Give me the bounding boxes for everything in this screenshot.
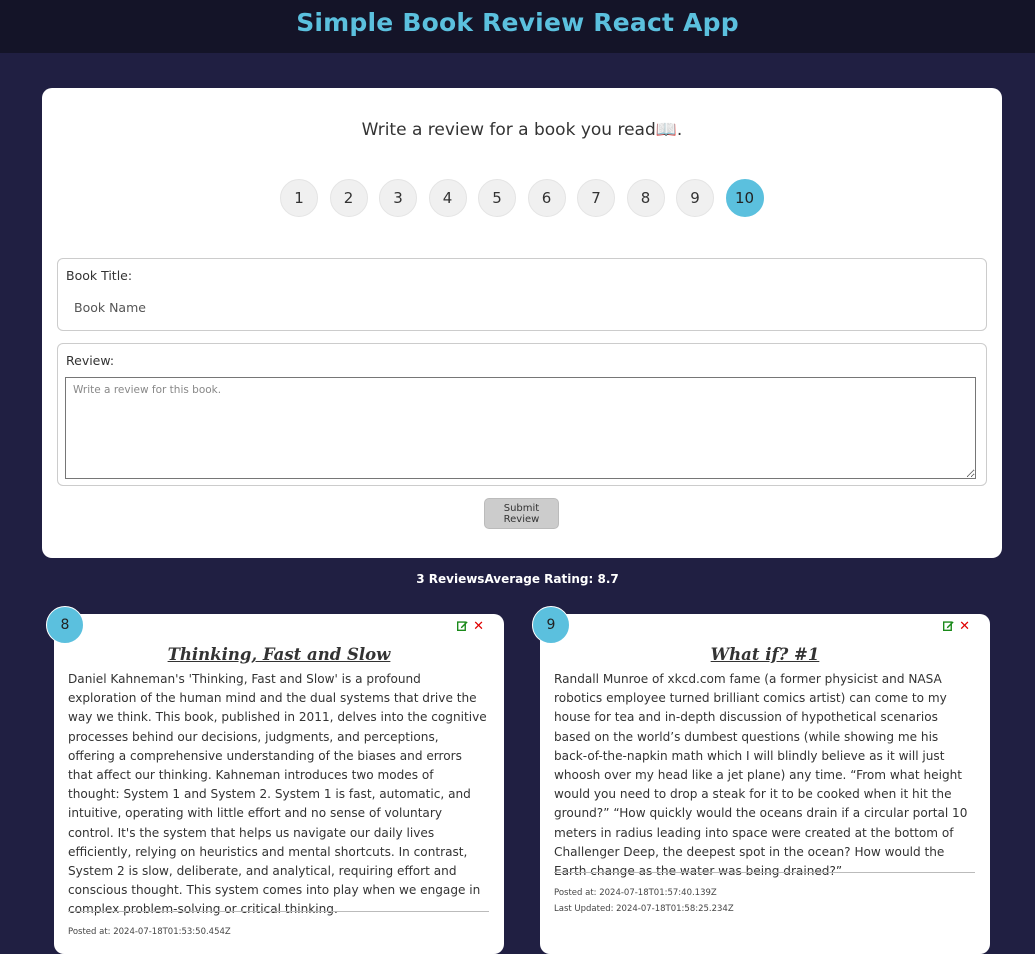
rating-button-7[interactable]: 7 <box>577 179 615 217</box>
rating-button-5[interactable]: 5 <box>478 179 516 217</box>
book-title-field: Book Title: <box>57 258 987 331</box>
reviews-summary: 3 ReviewsAverage Rating: 8.7 <box>416 572 619 586</box>
rating-badge: 8 <box>46 606 84 644</box>
review-card: 9 ✕ What if? #1 Randall Munroe of xkcd.c… <box>532 606 990 954</box>
rating-button-8[interactable]: 8 <box>626 179 665 217</box>
review-book-title: Thinking, Fast and Slow <box>167 645 391 664</box>
review-field: Review: <box>57 343 987 486</box>
rating-button-3[interactable]: 3 <box>379 179 417 217</box>
app-header: Simple Book Review React App <box>0 0 1035 53</box>
close-icon[interactable]: ✕ <box>959 619 970 632</box>
review-book-title: What if? #1 <box>710 645 820 664</box>
rating-button-9[interactable]: 9 <box>676 179 714 217</box>
rating-selector: 1 2 3 4 5 6 7 8 9 10 <box>280 179 764 217</box>
updated-timestamp: Last Updated: 2024-07-18T01:58:25.234Z <box>554 904 734 914</box>
rating-button-10[interactable]: 10 <box>725 179 764 217</box>
review-form: Write a review for a book you read📖. 1 2… <box>42 88 1002 558</box>
rating-button-6[interactable]: 6 <box>527 179 566 217</box>
book-title-input[interactable] <box>66 295 966 319</box>
posted-timestamp: Posted at: 2024-07-18T01:53:50.454Z <box>68 927 231 937</box>
review-label: Review: <box>66 353 115 368</box>
rating-button-1[interactable]: 1 <box>280 179 318 217</box>
divider <box>554 872 975 873</box>
card-actions: ✕ <box>943 619 970 632</box>
rating-button-2[interactable]: 2 <box>329 179 368 217</box>
divider <box>68 911 489 912</box>
submit-review-button[interactable]: Submit Review <box>484 498 559 529</box>
edit-icon[interactable] <box>457 620 468 631</box>
app-title: Simple Book Review React App <box>296 8 739 37</box>
edit-icon[interactable] <box>943 620 954 631</box>
review-textarea[interactable] <box>65 377 976 479</box>
review-card: 8 ✕ Thinking, Fast and Slow Daniel Kahne… <box>46 606 504 954</box>
rating-badge: 9 <box>532 606 570 644</box>
close-icon[interactable]: ✕ <box>473 619 484 632</box>
review-body: Daniel Kahneman's 'Thinking, Fast and Sl… <box>68 672 487 917</box>
review-body: Randall Munroe of xkcd.com fame (a forme… <box>554 672 968 878</box>
posted-timestamp: Posted at: 2024-07-18T01:57:40.139Z <box>554 888 717 898</box>
rating-button-4[interactable]: 4 <box>428 179 467 217</box>
card-actions: ✕ <box>457 619 484 632</box>
book-title-label: Book Title: <box>66 268 133 283</box>
form-heading: Write a review for a book you read📖. <box>361 120 683 140</box>
